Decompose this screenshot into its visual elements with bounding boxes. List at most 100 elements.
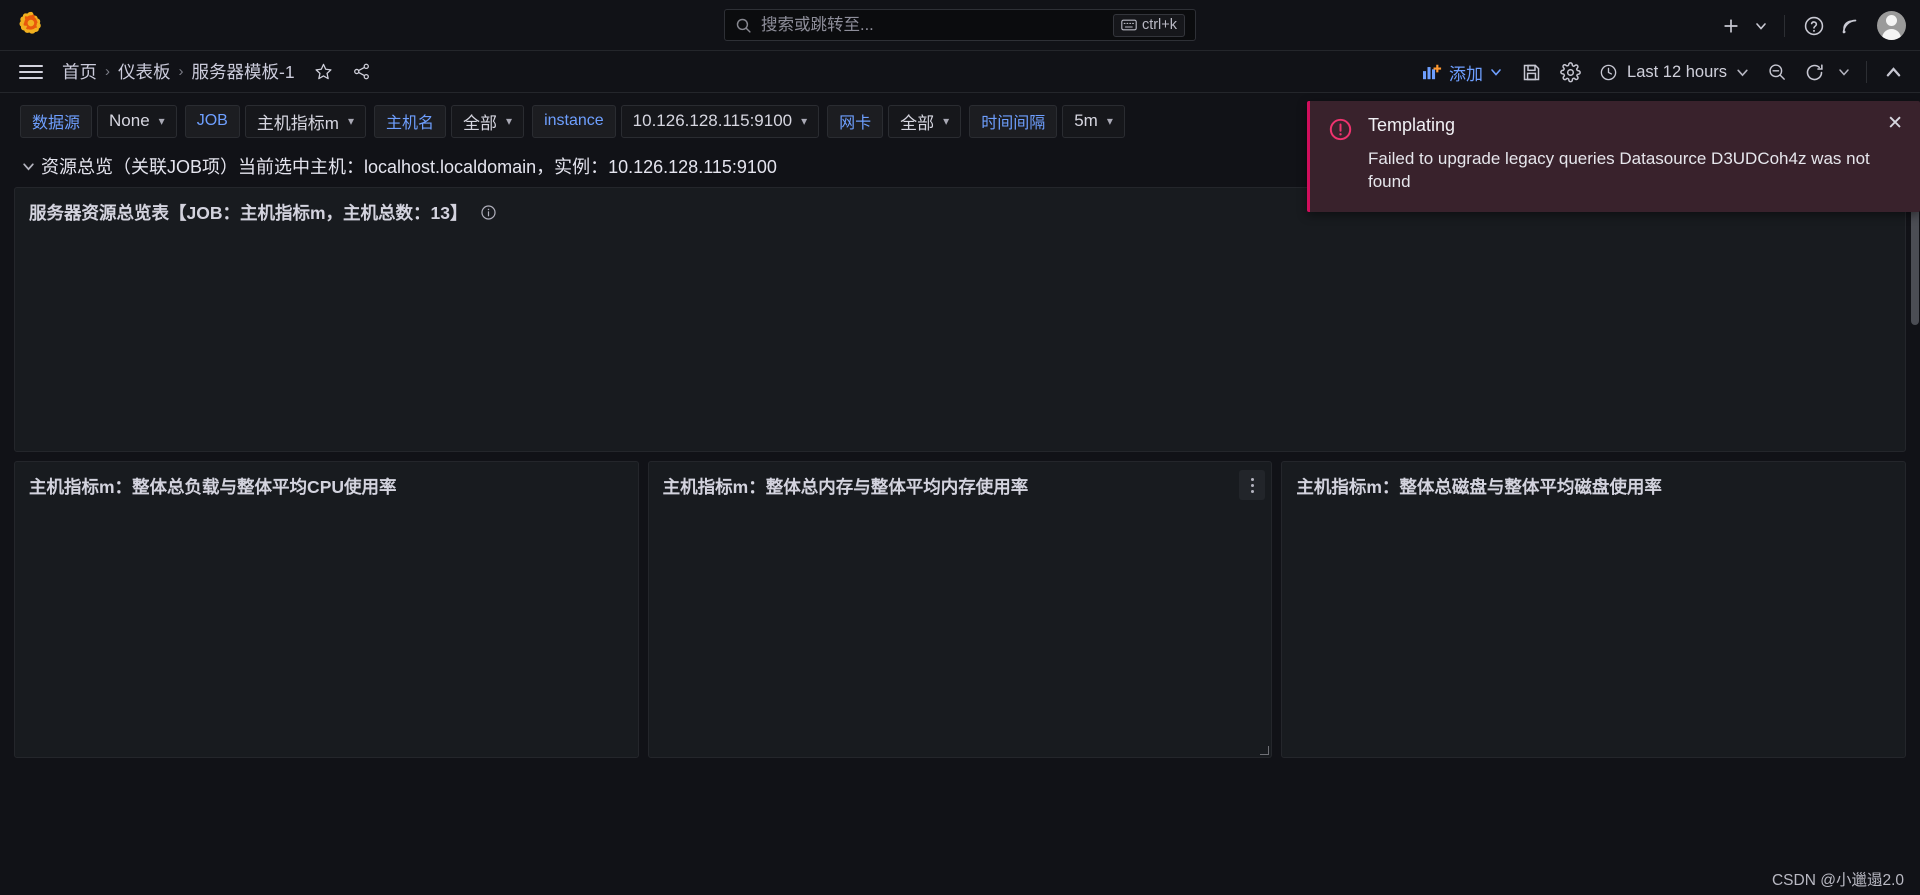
chevron-down-icon [23,162,34,171]
toolbar-divider [1866,61,1867,83]
chevron-down-icon: ▾ [801,114,808,128]
search-icon [736,18,751,33]
panel-header: 主机指标m：整体总磁盘与整体平均磁盘使用率 [1282,462,1905,500]
templating-error-alert: Templating Failed to upgrade legacy quer… [1307,101,1920,212]
nav-divider [1784,14,1785,37]
share-icon [354,63,370,80]
save-dashboard-button[interactable] [1512,55,1550,89]
star-icon [315,63,332,80]
zoom-out-icon [1769,64,1785,80]
dashboard-settings-button[interactable] [1551,55,1589,89]
time-range-picker[interactable]: Last 12 hours [1590,57,1758,88]
info-circle-icon[interactable] [480,204,497,221]
refresh-icon [1806,63,1823,80]
alert-title: Templating [1368,115,1456,135]
panel-cpu-load: 主机指标m：整体总负载与整体平均CPU使用率 [14,461,639,758]
panel-menu-icon[interactable] [1239,470,1266,500]
menu-toggle-button[interactable] [16,57,46,87]
plus-icon [1724,18,1738,33]
refresh-dashboard-button[interactable] [1796,55,1832,89]
grafana-logo-link[interactable] [0,10,62,40]
variable-value-select[interactable]: 主机指标m ▾ [244,104,367,138]
panel-header: 主机指标m：整体总内存与整体平均内存使用率 [649,462,1272,500]
search-shortcut-badge: ctrl+k [1112,13,1185,37]
panel-title: 主机指标m：整体总负载与整体平均CPU使用率 [29,477,397,497]
top-nav-actions [1714,0,1906,51]
chevron-down-icon [1491,69,1501,76]
share-button[interactable] [345,55,379,89]
refresh-interval-caret[interactable] [1833,55,1855,89]
search-box[interactable]: ctrl+k [724,9,1196,41]
chevron-down-icon [1839,69,1849,76]
variable-label[interactable]: instance [532,104,616,138]
chevron-down-icon [1737,69,1748,76]
bottom-panel-row: 主机指标m：整体总负载与整体平均CPU使用率 主机指标m：整体总内存与整体平均内… [14,461,1907,758]
variable-value-select[interactable]: 全部 ▾ [451,104,525,138]
breadcrumb: 首页 › 仪表板 › 服务器模板-1 [62,59,295,84]
favorite-button[interactable] [307,55,341,89]
time-range-label: Last 12 hours [1627,62,1727,81]
close-icon[interactable]: ✕ [1882,111,1908,136]
variable-instance: instance 10.126.128.115:9100 ▾ [532,104,820,138]
breadcrumb-separator: › [178,63,184,80]
chevron-down-icon: ▾ [943,114,950,128]
global-search[interactable]: ctrl+k [724,9,1196,41]
grafana-logo-icon [19,11,41,34]
collapse-toolbar-button[interactable] [1878,55,1908,89]
variable-value-text: 5m [1074,111,1098,130]
add-panel-icon [1423,64,1442,80]
variable-value-select[interactable]: 全部 ▾ [888,104,962,138]
variable-value-text: None [109,111,150,130]
variable-value-text: 主机指标m [256,113,339,133]
news-button[interactable] [1833,9,1867,43]
gear-icon [1559,61,1581,82]
chevron-down-icon: ▾ [347,114,355,128]
save-icon [1523,64,1539,80]
chevron-down-icon: ▾ [506,114,513,128]
avatar[interactable] [1877,11,1906,40]
variable-label[interactable]: JOB [184,104,240,138]
breadcrumb-item-current[interactable]: 服务器模板-1 [192,59,295,84]
variable-value-select[interactable]: 10.126.128.115:9100 ▾ [620,104,820,138]
chevron-down-icon [1756,22,1766,30]
variable-nic: 网卡 全部 ▾ [827,104,962,138]
dashboard-breadcrumb-bar: 首页 › 仪表板 › 服务器模板-1 添加 Last 12 hours [0,51,1920,93]
variable-value-text: 全部 [463,113,498,133]
new-item-caret[interactable] [1750,9,1772,43]
zoom-out-time-range-button[interactable] [1759,55,1795,89]
new-item-button[interactable] [1714,9,1748,43]
variable-value-text: 10.126.128.115:9100 [632,111,793,130]
variable-label[interactable]: 网卡 [827,104,884,138]
chevron-down-icon: ▾ [1106,114,1113,128]
variable-hostname: 主机名 全部 ▾ [374,104,525,138]
panel-server-resource-overview: 服务器资源总览表【JOB：主机指标m，主机总数：13】 [14,187,1906,452]
variable-datasource: 数据源 None ▾ [20,104,177,138]
clock-icon [1600,64,1617,80]
panel-header: 主机指标m：整体总负载与整体平均CPU使用率 [15,462,638,500]
variable-value-select[interactable]: 5m ▾ [1062,104,1125,138]
keyboard-icon [1121,19,1137,30]
variable-value-select[interactable]: None ▾ [97,104,177,138]
alert-message: Failed to upgrade legacy queries Datasou… [1368,149,1870,191]
variable-label[interactable]: 主机名 [374,104,447,138]
search-input[interactable] [761,15,1104,35]
help-button[interactable] [1797,9,1831,43]
rss-icon [1842,19,1857,33]
add-panel-button[interactable]: 添加 [1413,55,1511,90]
watermark: CSDN @小邋遢2.0 [1771,872,1904,889]
breadcrumb-separator: › [105,63,110,80]
add-panel-label: 添加 [1449,64,1484,84]
panel-title: 服务器资源总览表【JOB：主机指标m，主机总数：13】 [29,203,468,223]
breadcrumb-actions [307,55,379,89]
top-navigation-bar: ctrl+k [0,0,1920,51]
chevron-up-icon [1886,66,1900,76]
breadcrumb-item-dashboards[interactable]: 仪表板 [118,59,171,84]
variable-label[interactable]: 数据源 [20,104,93,138]
panel-title: 主机指标m：整体总内存与整体平均内存使用率 [662,477,1029,497]
error-exclamation-icon [1328,117,1353,194]
breadcrumb-item-home[interactable]: 首页 [62,59,97,84]
panel-grid: 服务器资源总览表【JOB：主机指标m，主机总数：13】 主机指标m：整体总负载与… [0,187,1920,758]
variable-job: JOB 主机指标m ▾ [184,104,367,138]
variable-label[interactable]: 时间间隔 [969,104,1058,138]
panel-resize-handle[interactable] [1259,745,1270,755]
